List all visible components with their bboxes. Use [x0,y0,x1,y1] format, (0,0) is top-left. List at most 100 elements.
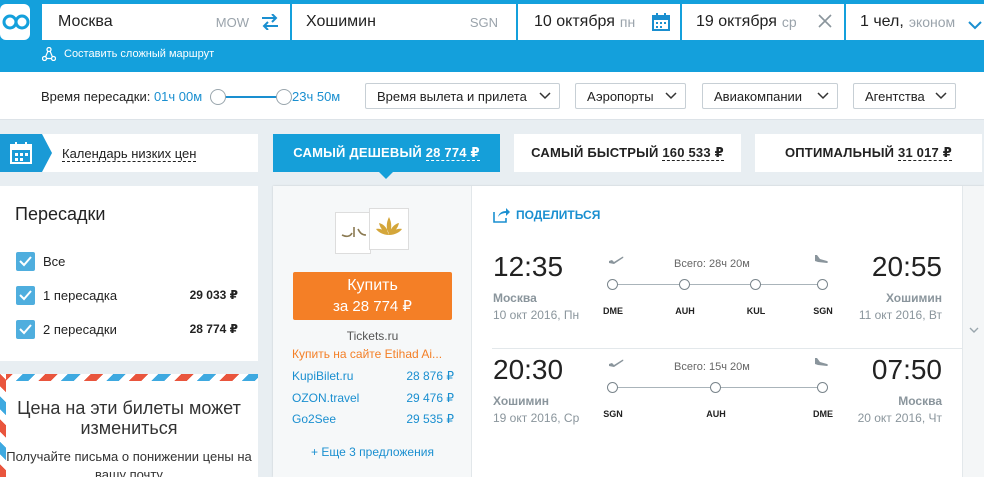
buy-button[interactable]: Купить за 28 774 ₽ [293,272,452,320]
transfer-option-2[interactable]: 2 пересадки 28 774 ₽ [16,320,246,340]
share-label: ПОДЕЛИТЬСЯ [516,208,601,222]
price-alert-banner[interactable]: Цена на эти билеты может измениться Полу… [0,374,258,477]
departure-city: Хошимин [493,394,550,408]
stop-dot [607,382,618,393]
expand-ticket-toggle[interactable] [962,186,984,477]
origin-field[interactable]: Москва MOW [42,4,290,40]
route-icon [42,47,56,61]
slider-min-handle[interactable] [210,89,226,105]
arrival-time: 20:55 [871,251,942,282]
agent-name: Tickets.ru [346,329,399,343]
chevron-down-icon [665,92,677,100]
checkbox-checked[interactable] [16,286,35,305]
airport-code: AUH [675,306,695,316]
landing-icon [813,255,829,266]
return-date-field[interactable]: 19 октября ср [682,4,844,40]
chevron-down-icon [539,92,551,100]
buy-label: Купить [347,277,398,294]
depart-day: пн [619,14,636,30]
departure-date: 19 окт 2016, Ср [493,411,580,425]
alt-offer-price: 29 535 ₽ [406,412,454,426]
agencies-dropdown-label: Агентства [865,88,925,104]
share-link[interactable]: ПОДЕЛИТЬСЯ [492,207,600,223]
complex-route-link[interactable]: Составить сложный маршрут [42,47,214,61]
airport-code: SGN [603,409,623,419]
calendar-label: Календарь низких цен [62,146,197,162]
chevron-down-icon [817,92,829,100]
airports-dropdown-label: Аэропорты [587,88,654,104]
tab-fastest-label: САМЫЙ БЫСТРЫЙ [531,145,659,160]
envelope-border [0,374,258,381]
flight-segment-outbound[interactable]: 12:35 Москва 10 окт 2016, Пн Всего: 28ч … [472,251,962,341]
arrival-city: Москва [898,394,942,408]
tab-optimal[interactable]: ОПТИМАЛЬНЫЙ 31 017 ₽ [755,134,982,172]
airport-code: SGN [813,306,833,316]
filter-bar: Время пересадки: 01ч 00м 23ч 50м Время в… [0,72,984,120]
travel-class: эконом [908,14,956,30]
airports-dropdown[interactable]: Аэропорты [575,83,686,109]
more-offers-link[interactable]: + Еще 3 предложения [273,445,472,459]
alt-offer[interactable]: OZON.travel 29 476 ₽ [292,391,454,407]
etihad-logo-icon [335,212,371,254]
transfer-time-slider[interactable] [218,96,284,98]
transfer-option-label: 2 пересадки [43,322,117,337]
route-line [612,284,822,285]
landing-icon [813,358,829,369]
takeoff-icon [608,359,624,367]
transfer-time-max: 23ч 50м [292,89,341,104]
calendar-icon[interactable] [652,13,670,36]
chevron-down-icon [968,17,982,35]
alt-offer[interactable]: KupiBilet.ru 28 876 ₽ [292,369,454,385]
tab-fastest-price: 160 533 ₽ [662,145,724,161]
airlines-dropdown-label: Авиакомпании [714,88,803,104]
airport-code: KUL [746,306,766,316]
transfer-option-1[interactable]: 1 пересадка 29 033 ₽ [16,286,246,306]
tab-fastest[interactable]: САМЫЙ БЫСТРЫЙ 160 533 ₽ [514,134,741,172]
price-alert-text: Получайте письма о понижении цены на ваш… [6,449,252,477]
logo-icon[interactable] [0,4,32,40]
return-date: 19 октября [696,13,777,30]
transfer-option-label: 1 пересадка [43,288,118,303]
transfer-time-label: Время пересадки: 01ч 00м [41,89,202,104]
airport-code: DME [603,306,623,316]
alt-offer-name: KupiBilet.ru [292,369,354,383]
passengers-field[interactable]: 1 чел, эконом [846,4,984,40]
total-duration: Всего: 28ч 20м [674,258,750,270]
times-dropdown[interactable]: Время вылета и прилета [365,83,560,109]
checkbox-checked[interactable] [16,252,35,271]
times-dropdown-label: Время вылета и прилета [377,88,527,104]
segment-divider [492,348,962,349]
tab-cheapest-label: САМЫЙ ДЕШЕВЫЙ [293,145,422,160]
price-alert-title: Цена на эти билеты может измениться [17,398,241,438]
origin-code: MOW [215,15,249,30]
stop-dot [817,382,828,393]
buy-on-site-link[interactable]: Купить на сайте Etihad Ai... [292,347,442,361]
checkbox-checked[interactable] [16,320,35,339]
swap-icon[interactable] [260,13,280,35]
agencies-dropdown[interactable]: Агентства [853,83,956,109]
passengers-count: 1 чел, [860,13,904,30]
stop-dot [710,382,721,393]
low-price-calendar[interactable]: Календарь низких цен [0,134,258,172]
transfer-option-all[interactable]: Все [16,252,246,272]
chevron-down-icon [935,92,947,100]
complex-route-label: Составить сложный маршрут [64,48,215,60]
calendar-icon [0,134,52,172]
destination-field[interactable]: Хошимин SGN [292,4,516,40]
alt-offer[interactable]: Go2See 29 535 ₽ [292,412,454,428]
tab-optimal-label: ОПТИМАЛЬНЫЙ [784,145,895,160]
ticket-card: Купить за 28 774 ₽ Tickets.ru Купить на … [273,186,984,477]
buy-price: за 28 774 ₽ [333,298,412,315]
total-duration: Всего: 15ч 20м [674,361,750,373]
stop-dot [817,279,828,290]
flight-segment-return[interactable]: 20:30 Хошимин 19 окт 2016, Ср Всего: 15ч… [472,354,962,444]
clear-return-icon[interactable] [818,14,832,33]
arrival-time: 07:50 [871,354,942,385]
depart-date-field[interactable]: 10 октября пн [518,4,680,40]
stop-dot [750,279,761,290]
tab-cheapest[interactable]: САМЫЙ ДЕШЕВЫЙ 28 774 ₽ [273,134,500,179]
slider-max-handle[interactable] [276,89,292,105]
arrival-date: 20 окт 2016, Чт [857,411,942,425]
tab-optimal-price: 31 017 ₽ [898,145,953,161]
airlines-dropdown[interactable]: Авиакомпании [702,83,838,109]
